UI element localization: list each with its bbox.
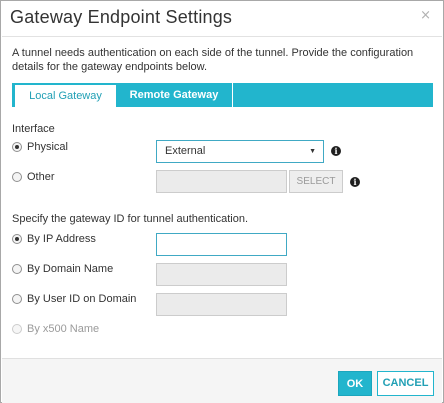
header-divider bbox=[2, 36, 442, 37]
radio-physical-label: Physical bbox=[27, 141, 68, 153]
interface-heading: Interface bbox=[12, 123, 55, 135]
dialog-title: Gateway Endpoint Settings bbox=[10, 7, 233, 27]
intro-text: A tunnel needs authentication on each si… bbox=[12, 47, 414, 73]
gateway-id-heading: Specify the gateway ID for tunnel authen… bbox=[12, 213, 249, 225]
radio-physical-button[interactable] bbox=[12, 142, 22, 152]
ip-address-input[interactable] bbox=[156, 233, 287, 256]
radio-by-domain-name-button[interactable] bbox=[12, 264, 22, 274]
radio-by-ip-address-label: By IP Address bbox=[27, 233, 96, 245]
domain-name-input[interactable] bbox=[156, 263, 287, 286]
ok-button[interactable]: OK bbox=[338, 371, 372, 396]
radio-by-x500-name-button bbox=[12, 324, 22, 334]
radio-by-x500-name-label: By x500 Name bbox=[27, 323, 100, 335]
user-id-on-domain-input[interactable] bbox=[156, 293, 287, 316]
cancel-button[interactable]: CANCEL bbox=[377, 371, 434, 396]
tab-remote-gateway[interactable]: Remote Gateway bbox=[116, 83, 233, 107]
radio-other-button[interactable] bbox=[12, 172, 22, 182]
gateway-endpoint-settings-dialog: Gateway Endpoint Settings × A tunnel nee… bbox=[0, 0, 444, 403]
physical-interface-select[interactable]: External ▼ bbox=[156, 140, 324, 163]
dialog-footer bbox=[2, 358, 442, 403]
close-icon[interactable]: × bbox=[420, 8, 431, 23]
radio-by-domain-name-label: By Domain Name bbox=[27, 263, 114, 275]
other-interface-input[interactable] bbox=[156, 170, 287, 193]
tab-bar: Local Gateway Remote Gateway bbox=[12, 83, 433, 107]
tab-local-gateway[interactable]: Local Gateway bbox=[15, 85, 116, 107]
radio-by-user-id-on-domain-button[interactable] bbox=[12, 294, 22, 304]
radio-by-ip-address-button[interactable] bbox=[12, 234, 22, 244]
physical-interface-value: External bbox=[165, 145, 206, 157]
radio-other-label: Other bbox=[27, 171, 55, 183]
chevron-down-icon: ▼ bbox=[309, 148, 316, 155]
info-icon[interactable]: i bbox=[331, 146, 341, 156]
radio-by-user-id-on-domain-label: By User ID on Domain bbox=[27, 293, 137, 305]
info-icon[interactable]: i bbox=[350, 177, 360, 187]
select-button[interactable]: SELECT bbox=[289, 170, 343, 193]
